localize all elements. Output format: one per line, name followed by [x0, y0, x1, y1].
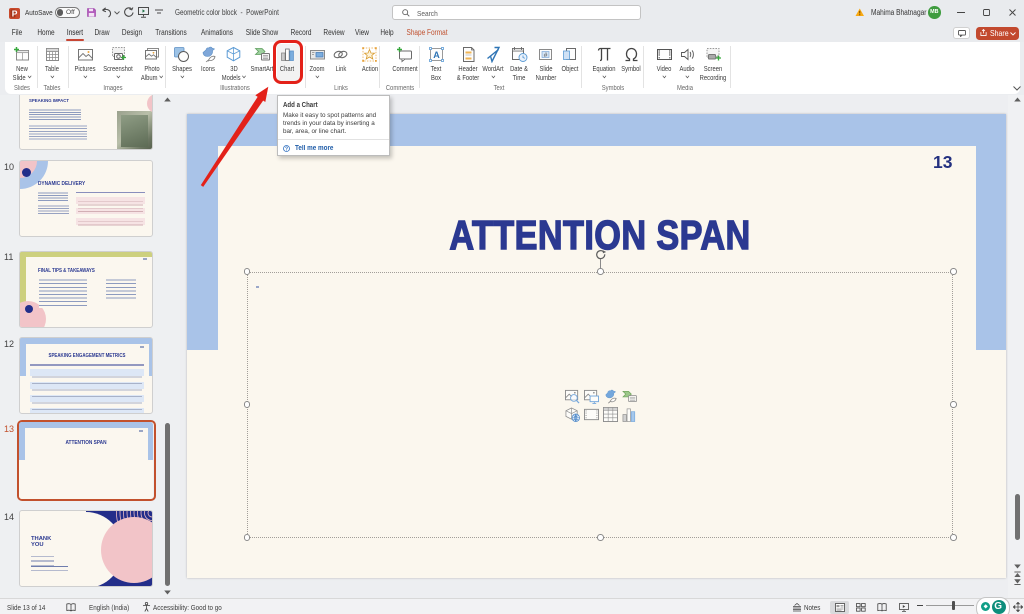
svg-text:P: P	[12, 8, 18, 18]
svg-text:#: #	[544, 52, 548, 59]
svg-text:A: A	[433, 50, 440, 60]
svg-text:?: ?	[284, 146, 287, 152]
